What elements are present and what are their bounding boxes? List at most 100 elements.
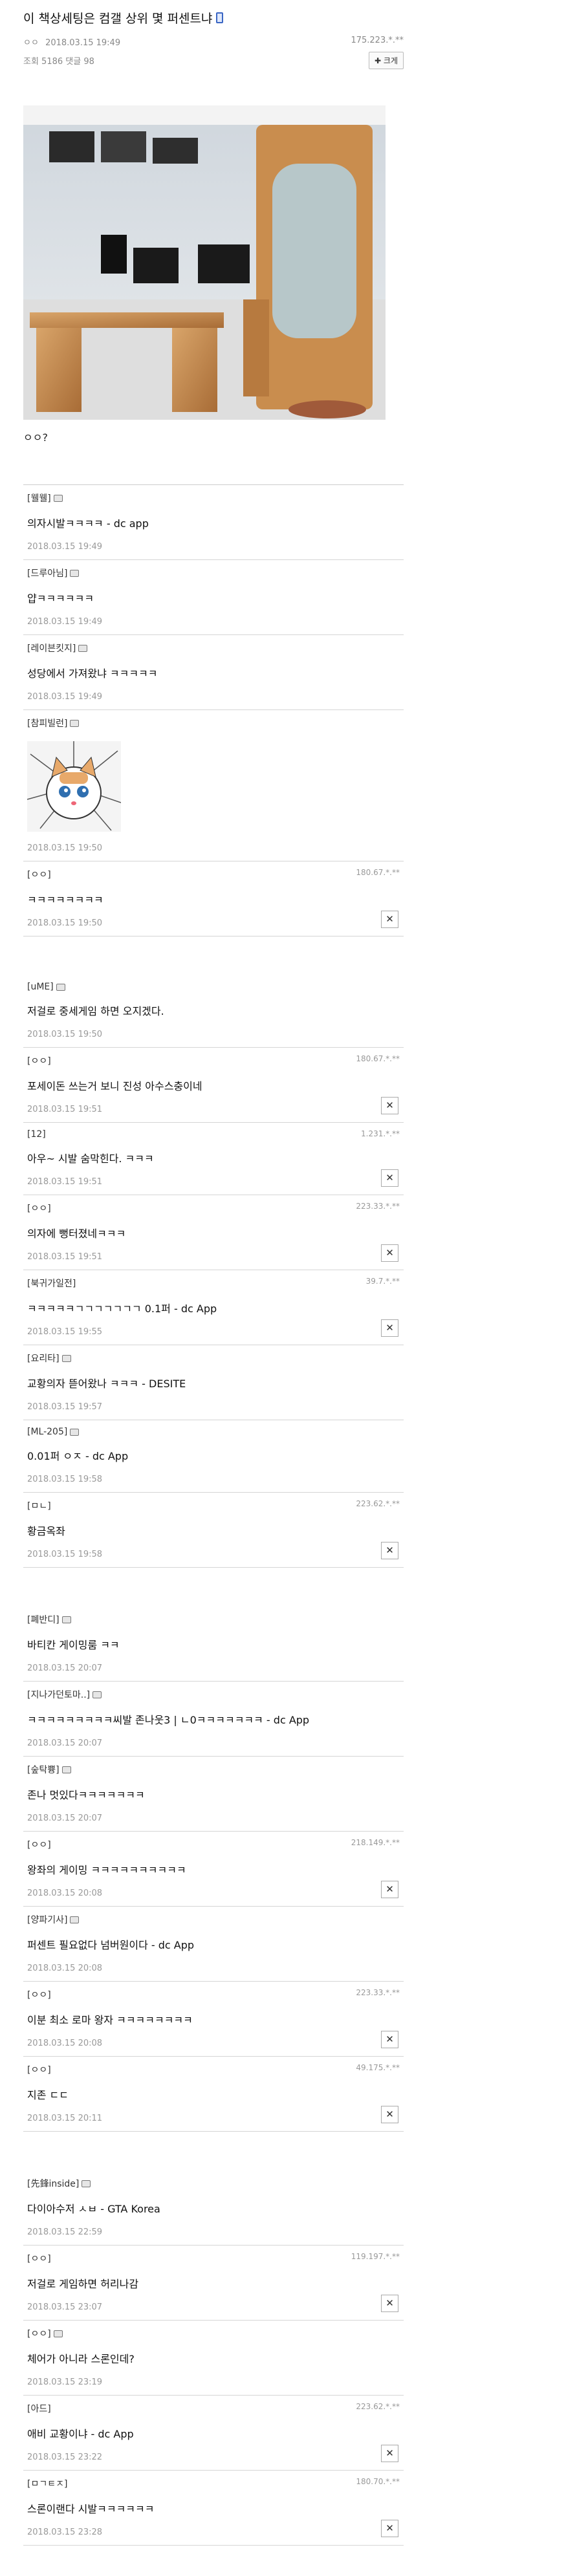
delete-comment-button[interactable]: ✕: [381, 1244, 398, 1262]
comment-author[interactable]: [ㅇㅇ]: [27, 2327, 63, 2340]
gallog-icon[interactable]: [56, 983, 65, 991]
comment-item: [ㅇㅇ] 180.67.*.** 포세이돈 쓰는거 보니 진성 아수스충이네 2018…: [23, 1048, 404, 1123]
mobile-icon: [216, 12, 224, 23]
comment-author[interactable]: [아드]: [27, 2402, 51, 2415]
comment-date: 2018.03.15 19:49: [27, 542, 103, 552]
comment-author[interactable]: [ㅇㅇ]: [27, 1988, 51, 2001]
post-image[interactable]: [23, 105, 386, 420]
comment-author-name[interactable]: [웰웰]: [27, 492, 51, 504]
comment-author[interactable]: [참피빌런]: [27, 717, 80, 730]
comment-author-name[interactable]: [요리타]: [27, 1352, 60, 1365]
post-author[interactable]: ㅇㅇ: [23, 38, 39, 48]
comment-author-name[interactable]: [양파기사]: [27, 1913, 67, 1926]
comment-date: 2018.03.15 20:07: [27, 1663, 103, 1673]
gallog-icon[interactable]: [70, 719, 80, 727]
comment-author[interactable]: [북귀가일전]: [27, 1277, 76, 1290]
comment-author[interactable]: [ㅇㅇ]: [27, 1202, 51, 1215]
gallog-icon[interactable]: [53, 494, 63, 502]
comment-date: 2018.03.15 23:28: [27, 2527, 103, 2537]
comment-author-name[interactable]: [ㅇㅇ]: [27, 1988, 51, 2001]
comment-author-name[interactable]: [ㅇㅇ]: [27, 2252, 51, 2265]
gallog-icon[interactable]: [61, 1766, 71, 1773]
delete-comment-button[interactable]: ✕: [381, 2031, 398, 2048]
comment-header: [12] 1.231.*.**: [27, 1129, 400, 1140]
delete-comment-button[interactable]: ✕: [381, 1169, 398, 1187]
comment-author-name[interactable]: [12]: [27, 1129, 46, 1140]
comment-author-name[interactable]: [ㅁㄴ]: [27, 1499, 51, 1512]
close-icon: ✕: [386, 1545, 394, 1556]
gallog-icon[interactable]: [61, 1616, 71, 1623]
comment-author[interactable]: [先鋒inside]: [27, 2177, 91, 2190]
comment-author-name[interactable]: [ㅇㅇ]: [27, 868, 51, 881]
delete-comment-button[interactable]: ✕: [381, 2445, 398, 2462]
delete-comment-button[interactable]: ✕: [381, 1542, 398, 1559]
comment-author-name[interactable]: [드루아님]: [27, 567, 67, 579]
comment-author-name[interactable]: [uME]: [27, 982, 54, 992]
comment-author-name[interactable]: [ㅁㄱㅌㅈ]: [27, 2477, 67, 2490]
comment-text: 퍼센트 필요없다 넘버원이다 - dc App: [27, 1939, 195, 1951]
comment-ip: 180.67.*.**: [356, 1054, 400, 1063]
delete-comment-button[interactable]: ✕: [381, 2295, 398, 2312]
comment-author-name[interactable]: [레이븐킷지]: [27, 642, 76, 655]
comment-author[interactable]: [요리타]: [27, 1352, 71, 1365]
close-icon: ✕: [386, 1248, 394, 1259]
comment-author-name[interactable]: [지나가던토마..]: [27, 1688, 90, 1701]
comment-item: [지나가던토마..] ㅋㅋㅋㅋㅋㅋㅋㅋㅋ씨발 존나웃3 | ㄴ0ㅋㅋㅋㅋㅋㅋㅋ -…: [23, 1682, 404, 1757]
delete-comment-button[interactable]: ✕: [381, 1319, 398, 1337]
comment-author-name[interactable]: [ㅇㅇ]: [27, 1202, 51, 1215]
comment-date: 2018.03.15 19:58: [27, 1550, 103, 1559]
comment-author-name[interactable]: [ㅇㅇ]: [27, 2327, 51, 2340]
comment-item: [숲탁쁑] 존나 멋있다ㅋㅋㅋㅋㅋㅋㅋ 2018.03.15 20:07: [23, 1757, 404, 1832]
delete-comment-button[interactable]: ✕: [381, 1881, 398, 1898]
comment-text: 저걸로 게임하면 허리나감: [27, 2278, 139, 2290]
comment-author-name[interactable]: [ㅇㅇ]: [27, 1054, 51, 1067]
comment-author[interactable]: [ㅇㅇ]: [27, 2063, 51, 2076]
comment-item: [ㅁㄱㅌㅈ] 180.70.*.** 스론이랜다 시발ㅋㅋㅋㅋㅋㅋ 2018.03.1…: [23, 2471, 404, 2546]
comment-author-name[interactable]: [ML-205]: [27, 1427, 67, 1437]
comment-author[interactable]: [ML-205]: [27, 1427, 80, 1437]
comment-author-name[interactable]: [참피빌런]: [27, 717, 67, 730]
comment-author-name[interactable]: [아드]: [27, 2402, 51, 2415]
comment-author-name[interactable]: [ㅇㅇ]: [27, 2063, 51, 2076]
comment-author[interactable]: [드루아님]: [27, 567, 80, 579]
comment-author-name[interactable]: [숲탁쁑]: [27, 1763, 60, 1776]
comment-author-name[interactable]: [폐반디]: [27, 1613, 60, 1626]
comment-author[interactable]: [ㅇㅇ]: [27, 1838, 51, 1851]
comment-author[interactable]: [ㅇㅇ]: [27, 1054, 51, 1067]
comment-text: ㅋㅋㅋㅋㅋㅋㅋㅋ: [27, 894, 103, 906]
gallog-icon[interactable]: [78, 644, 88, 652]
comment-author[interactable]: [ㅁㄴ]: [27, 1499, 51, 1512]
delete-comment-button[interactable]: ✕: [381, 2520, 398, 2537]
comment-author[interactable]: [숲탁쁑]: [27, 1763, 71, 1776]
comment-text: 의자에 뻥터졌네ㅋㅋㅋ: [27, 1228, 126, 1240]
comment-ip: 1.231.*.**: [361, 1129, 400, 1138]
comment-author[interactable]: [웰웰]: [27, 492, 63, 504]
comment-author[interactable]: [지나가던토마..]: [27, 1688, 102, 1701]
gallog-icon[interactable]: [53, 2330, 63, 2337]
comment-author-name[interactable]: [북귀가일전]: [27, 1277, 76, 1290]
comment-author[interactable]: [12]: [27, 1129, 46, 1140]
comment-author[interactable]: [ㅇㅇ]: [27, 868, 51, 881]
gallog-icon[interactable]: [93, 1691, 102, 1698]
delete-comment-button[interactable]: ✕: [381, 1097, 398, 1114]
comment-ip: 39.7.*.**: [365, 1277, 400, 1286]
gallog-icon[interactable]: [70, 1916, 80, 1923]
post-datetime: 2018.03.15 19:49: [45, 38, 121, 48]
gallog-icon[interactable]: [82, 2180, 91, 2187]
comment-author[interactable]: [ㅇㅇ]: [27, 2252, 51, 2265]
delete-comment-button[interactable]: ✕: [381, 911, 398, 928]
comment-author[interactable]: [양파기사]: [27, 1913, 80, 1926]
gallog-icon[interactable]: [70, 1428, 80, 1436]
comment-item: [ㅇㅇ] 49.175.*.** 지존 ㄷㄷ 2018.03.15 20:11 ✕: [23, 2057, 404, 2132]
gallog-icon[interactable]: [61, 1354, 71, 1362]
comment-author[interactable]: [폐반디]: [27, 1613, 71, 1626]
comment-author-name[interactable]: [ㅇㅇ]: [27, 1838, 51, 1851]
comment-author-name[interactable]: [先鋒inside]: [27, 2177, 79, 2190]
comment-author[interactable]: [uME]: [27, 982, 65, 992]
comment-author[interactable]: [ㅁㄱㅌㅈ]: [27, 2477, 67, 2490]
gallog-icon[interactable]: [70, 569, 80, 577]
delete-comment-button[interactable]: ✕: [381, 2106, 398, 2123]
comment-author[interactable]: [레이븐킷지]: [27, 642, 88, 655]
enlarge-button[interactable]: ✚ 크게: [369, 52, 404, 69]
comment-header: [ㅇㅇ] 180.67.*.**: [27, 868, 400, 881]
